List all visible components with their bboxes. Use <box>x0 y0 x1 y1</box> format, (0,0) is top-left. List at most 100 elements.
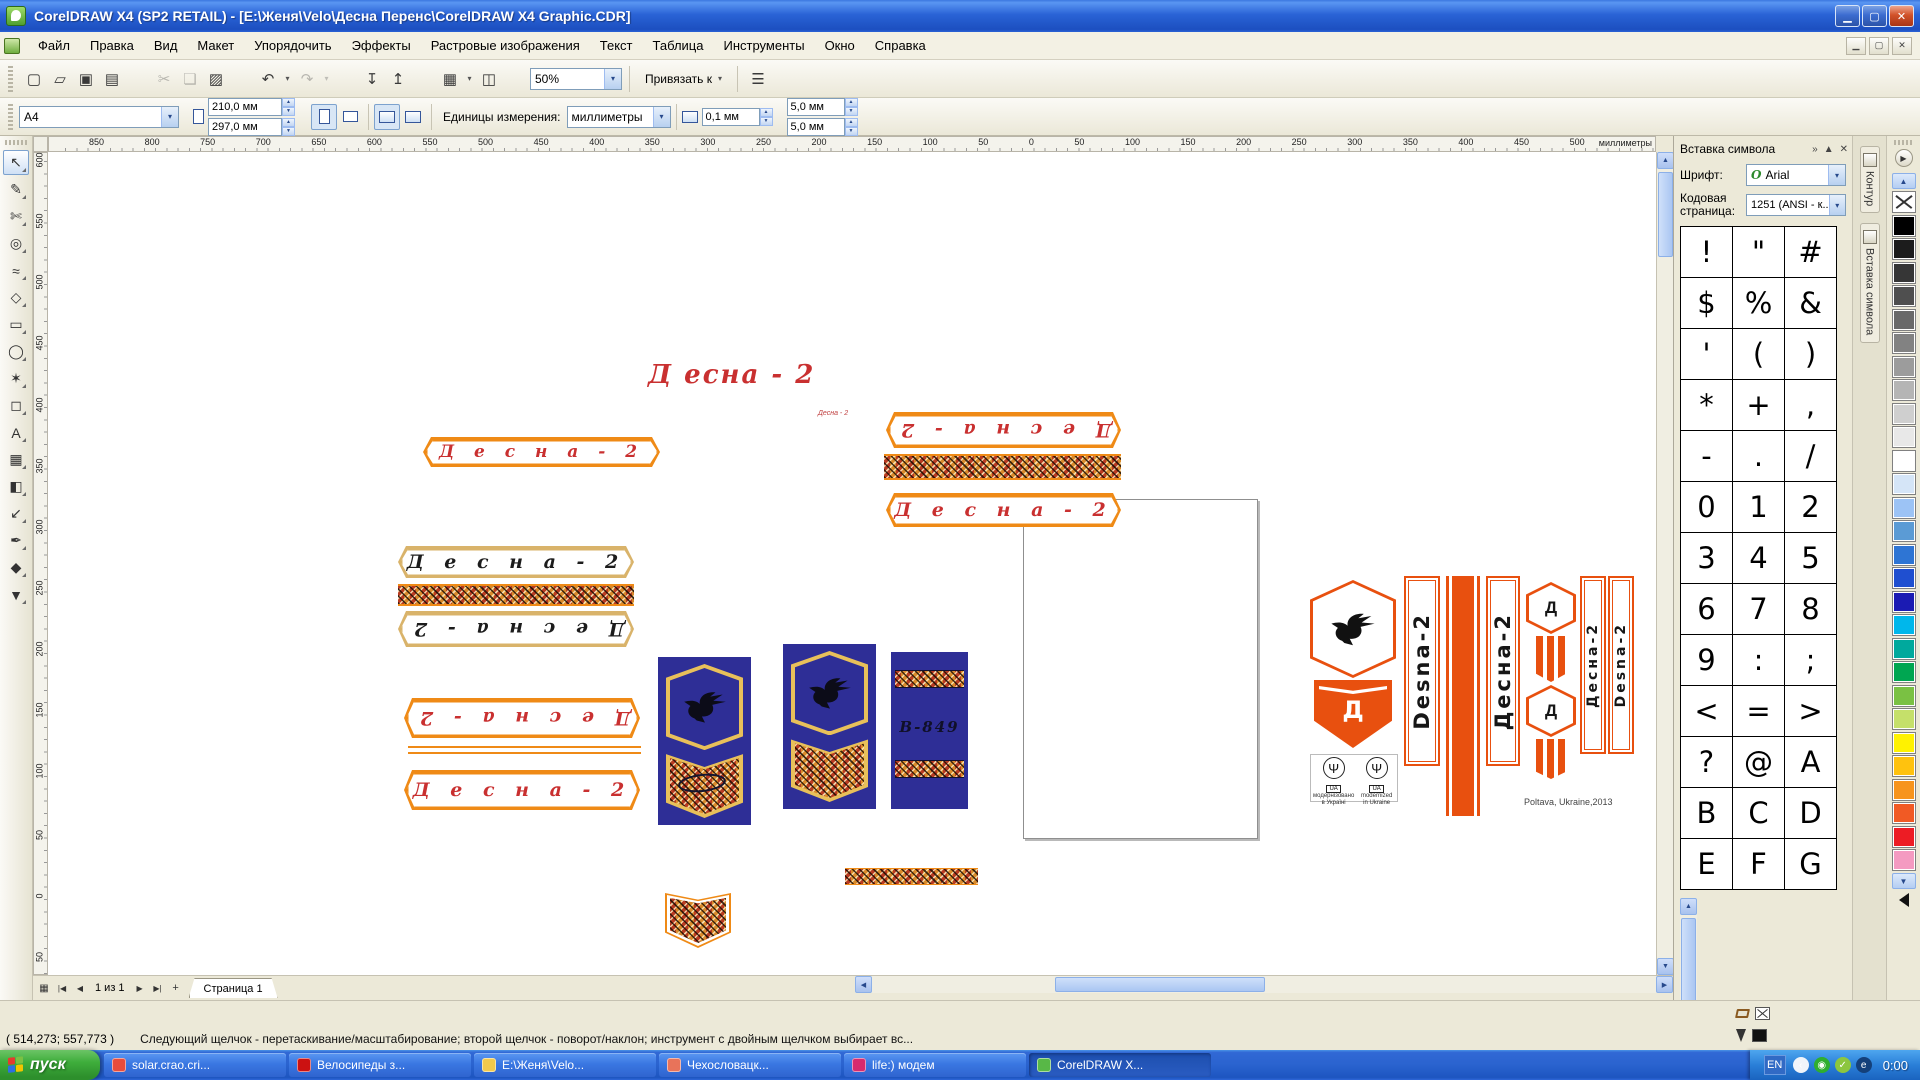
color-swatch[interactable] <box>1892 638 1916 660</box>
color-swatch[interactable] <box>1892 379 1916 401</box>
launcher-dropdown[interactable]: ▾ <box>463 66 476 92</box>
snap-to-dropdown[interactable]: Привязать к ▾ <box>637 72 730 86</box>
pick-tool[interactable]: ↖ <box>3 150 29 175</box>
next-page-button[interactable]: ▶ <box>131 979 149 997</box>
symbol-cell[interactable]: @ <box>1733 737 1785 788</box>
color-swatch[interactable] <box>1892 826 1916 848</box>
copy-button[interactable]: ❏ <box>177 66 203 92</box>
symbol-cell[interactable]: 4 <box>1733 533 1785 584</box>
decal-vertical-strip-latin-small[interactable]: Desna-2 <box>1608 576 1634 754</box>
symbol-cell[interactable]: ; <box>1785 635 1837 686</box>
toolbar-separator[interactable] <box>333 66 359 92</box>
symbol-cell[interactable]: B <box>1681 788 1733 839</box>
color-swatch[interactable] <box>1892 403 1916 425</box>
decal-certification-marks[interactable]: Ψ UA модернізованов Україні Ψ UA moderni… <box>1310 754 1398 802</box>
task-life-modem[interactable]: life:) модем <box>844 1053 1026 1077</box>
color-swatch[interactable] <box>1892 426 1916 448</box>
decal-script-title[interactable]: Д есна - 2 <box>648 360 815 390</box>
paper-width-spinner[interactable]: ▲▼ <box>282 98 295 116</box>
color-swatch[interactable] <box>1892 708 1916 730</box>
decal-orange-band[interactable] <box>1446 576 1480 816</box>
scroll-right-button[interactable]: ▶ <box>1656 976 1673 993</box>
chevron-down-icon[interactable]: ▾ <box>1828 165 1845 185</box>
menu-item[interactable]: Правка <box>80 32 144 59</box>
print-button[interactable]: ▤ <box>99 66 125 92</box>
symbol-cell[interactable]: 3 <box>1681 533 1733 584</box>
task-solar[interactable]: solar.crao.cri... <box>104 1053 286 1077</box>
paper-width-field[interactable]: 210,0 мм <box>208 98 282 116</box>
decal-tiny-label[interactable]: Десна - 2 <box>818 410 848 417</box>
docker-close-button[interactable]: ✕ <box>1840 144 1848 155</box>
paper-height-field[interactable]: 297,0 мм <box>208 118 282 136</box>
symbol-cell[interactable]: 7 <box>1733 584 1785 635</box>
decal-badge-red[interactable]: Д е с н а - 2 <box>423 437 660 467</box>
duplicate-y-spinner[interactable]: ▲▼ <box>845 118 858 136</box>
eyedropper-tool[interactable]: ↙ <box>3 501 29 526</box>
blend-tool[interactable]: ◧ <box>3 474 29 499</box>
document-close-button[interactable]: ✕ <box>1892 37 1912 55</box>
decal-head-badge-blue[interactable] <box>658 657 751 825</box>
symbol-cell[interactable]: # <box>1785 227 1837 278</box>
duplicate-distance-y-field[interactable]: 5,0 мм <box>787 118 845 136</box>
palette-grip[interactable] <box>1894 140 1914 145</box>
symbol-cell[interactable]: ? <box>1681 737 1733 788</box>
color-swatch[interactable] <box>1892 614 1916 636</box>
color-swatch[interactable] <box>1892 732 1916 754</box>
docker-chevron-button[interactable]: » <box>1812 144 1818 155</box>
symbol-cell[interactable]: 1 <box>1733 482 1785 533</box>
symbol-cell[interactable]: > <box>1785 686 1837 737</box>
decal-hexagon-bird-badge[interactable] <box>1310 580 1396 678</box>
start-button[interactable]: пуск <box>0 1050 100 1080</box>
open-button[interactable]: ▱ <box>47 66 73 92</box>
options-button[interactable]: ☰ <box>745 66 771 92</box>
corel-online-button[interactable]: ◫ <box>476 66 502 92</box>
text-tool[interactable]: А <box>3 420 29 445</box>
palette-scroll-up-button[interactable]: ▲ <box>1892 173 1916 189</box>
outline-pen-tool[interactable]: ✒ <box>3 528 29 553</box>
menu-item[interactable]: Упорядочить <box>244 32 341 59</box>
page-tab[interactable]: Страница 1 <box>189 978 278 998</box>
horizontal-scrollbar[interactable]: ◀ ▶ <box>855 976 1673 993</box>
decal-vertical-strip-cyrillic-small[interactable]: Десна-2 <box>1580 576 1606 754</box>
undo-button[interactable]: ↶ <box>255 66 281 92</box>
add-page-button[interactable]: + <box>167 979 185 997</box>
toolbar-separator[interactable] <box>229 66 255 92</box>
symbol-cell[interactable]: = <box>1733 686 1785 737</box>
duplicate-x-spinner[interactable]: ▲▼ <box>845 98 858 116</box>
redo-button[interactable]: ↷ <box>294 66 320 92</box>
symbol-cell[interactable]: + <box>1733 380 1785 431</box>
color-swatch[interactable] <box>1892 285 1916 307</box>
toolbar-grip[interactable] <box>8 66 13 92</box>
language-indicator[interactable]: EN <box>1764 1055 1786 1075</box>
menu-item[interactable]: Инструменты <box>714 32 815 59</box>
symbol-cell[interactable]: F <box>1733 839 1785 890</box>
symbol-cell[interactable]: 2 <box>1785 482 1837 533</box>
landscape-orientation-button[interactable] <box>337 104 363 130</box>
toolbox-grip[interactable] <box>5 140 27 145</box>
symbol-cell[interactable]: G <box>1785 839 1837 890</box>
vertical-scroll-thumb[interactable] <box>1658 172 1673 257</box>
chevron-down-icon[interactable]: ▾ <box>604 69 621 89</box>
ellipse-tool[interactable]: ◯ <box>3 339 29 364</box>
task-velosipedy[interactable]: Велосипеды з... <box>289 1053 471 1077</box>
symbol-cell[interactable]: " <box>1733 227 1785 278</box>
symbol-cell[interactable]: 0 <box>1681 482 1733 533</box>
task-coreldraw[interactable]: CorelDRAW X... <box>1029 1053 1211 1077</box>
color-swatch[interactable] <box>1892 332 1916 354</box>
decal-vertical-strip-cyrillic[interactable]: Десна-2 <box>1486 576 1520 766</box>
import-button[interactable]: ↧ <box>359 66 385 92</box>
hide-icons-button[interactable]: ‹ <box>1793 1057 1809 1073</box>
color-swatch[interactable] <box>1892 262 1916 284</box>
basic-shapes-tool[interactable]: ◻ <box>3 393 29 418</box>
portrait-orientation-button[interactable] <box>311 104 337 130</box>
color-swatch[interactable] <box>1892 450 1916 472</box>
font-combo[interactable]: O Arial ▾ <box>1746 164 1846 186</box>
decal-badge-red-reversed[interactable]: Д е с н а - 2 <box>886 412 1121 448</box>
docker-tab-insert-symbol[interactable]: Вставка символа <box>1860 223 1880 342</box>
color-swatch[interactable] <box>1892 544 1916 566</box>
ruler-origin[interactable] <box>33 136 48 152</box>
paper-type-combo[interactable]: A4 ▾ <box>19 106 179 128</box>
decal-badge-black[interactable]: Д е с н а - 2 <box>398 546 634 578</box>
horizontal-scroll-thumb[interactable] <box>1055 977 1265 992</box>
symbol-cell[interactable]: ' <box>1681 329 1733 380</box>
